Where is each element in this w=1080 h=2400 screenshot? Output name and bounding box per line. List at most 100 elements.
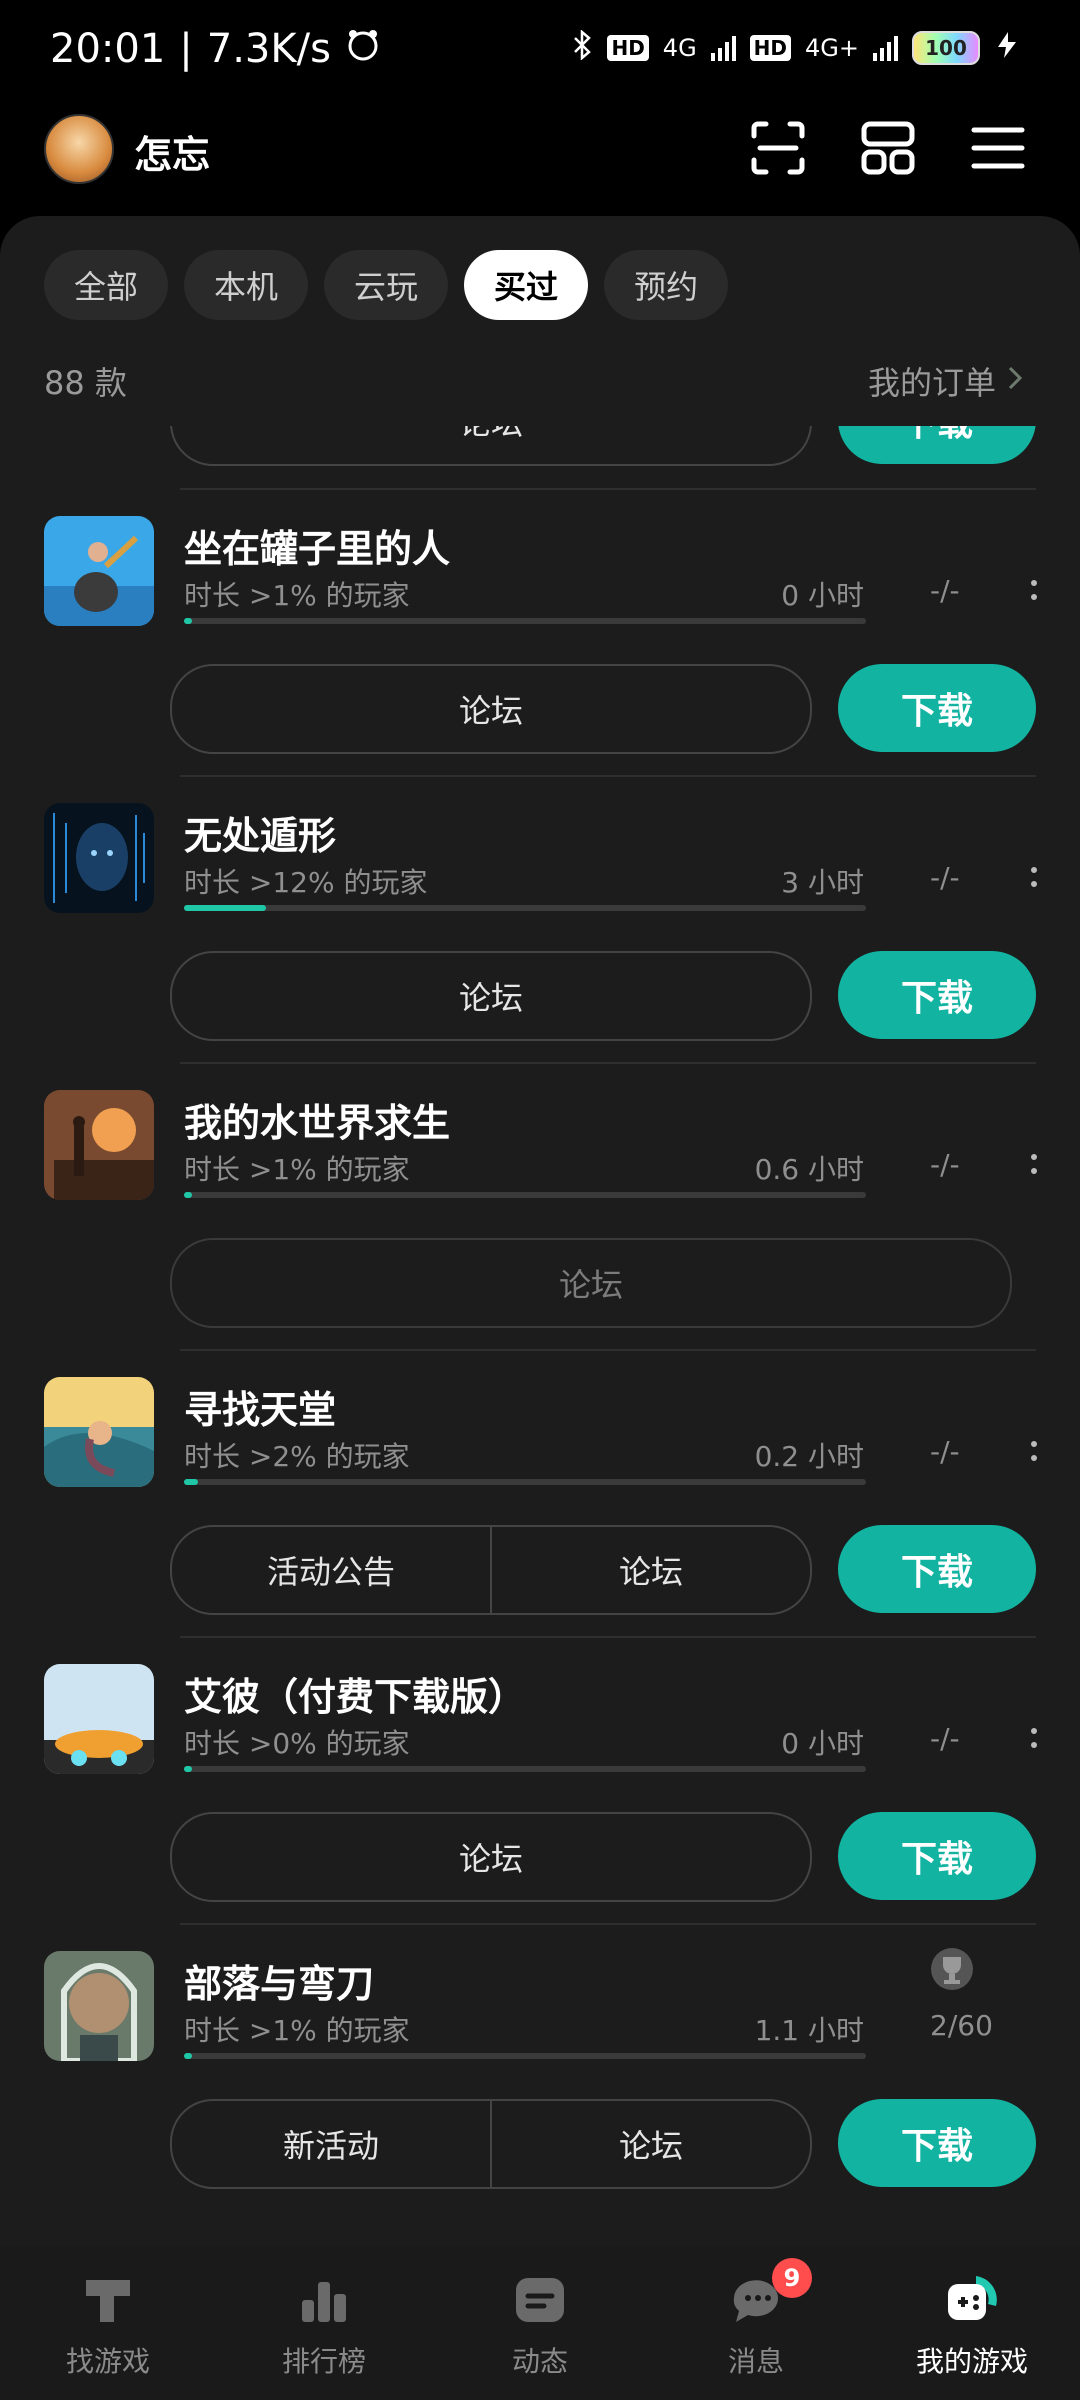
list-item: 坐在罐子里的人 时长 >1% 的玩家 0 小时 -/- 论坛 下载	[0, 488, 1080, 775]
hours-played: 3 小时	[781, 866, 864, 899]
playtime-stat: 时长 >1% 的玩家	[184, 579, 410, 612]
separator: |	[179, 26, 193, 72]
playtime-stat: 时长 >0% 的玩家	[184, 1727, 410, 1760]
achievement-count: -/-	[930, 1722, 960, 1755]
game-list: 论坛 下载 坐在罐子里的人 时长 >1% 的玩家 0 小时 -/- 论坛 下载	[0, 426, 1080, 2246]
achievement-count: -/-	[930, 574, 960, 607]
forum-button[interactable]: 论坛	[490, 2101, 810, 2187]
achievement-count: -/-	[930, 1148, 960, 1181]
more-icon[interactable]	[1030, 578, 1038, 604]
progress-fill	[184, 905, 266, 911]
divider	[180, 1062, 1036, 1064]
grid-icon[interactable]	[856, 116, 920, 180]
divider	[180, 488, 1036, 490]
divider	[180, 775, 1036, 777]
download-button[interactable]: 下载	[838, 2099, 1036, 2187]
clock: 20:01	[50, 26, 166, 72]
hours-played: 1.1 小时	[754, 2014, 864, 2047]
menu-icon[interactable]	[966, 116, 1030, 180]
more-icon[interactable]	[1030, 1726, 1038, 1752]
playtime-stat: 时长 >1% 的玩家	[184, 1153, 410, 1186]
find-game-icon	[86, 2280, 130, 2322]
hours-played: 0 小时	[781, 1727, 864, 1760]
top-bar: 怎忘	[0, 96, 1080, 216]
game-thumbnail[interactable]	[44, 803, 154, 913]
avatar[interactable]	[44, 114, 114, 184]
game-title[interactable]: 无处遁形	[184, 805, 336, 860]
announcement-button[interactable]: 活动公告	[172, 1527, 490, 1613]
game-thumbnail[interactable]	[44, 1377, 154, 1487]
game-title[interactable]: 艾彼（付费下载版）	[184, 1666, 526, 1721]
download-button[interactable]: 下载	[838, 1812, 1036, 1900]
divider	[180, 1636, 1036, 1638]
forum-button[interactable]: 论坛	[172, 426, 810, 464]
my-games-icon	[948, 2276, 997, 2320]
scan-icon[interactable]	[746, 116, 810, 180]
achievement-count: -/-	[930, 1435, 960, 1468]
playtime-stat: 时长 >12% 的玩家	[184, 866, 428, 899]
mascot-icon	[345, 26, 381, 72]
list-item: 部落与弯刀 时长 >1% 的玩家 1.1 小时 2/60 新活动 论坛 下载	[0, 1923, 1080, 2210]
forum-button[interactable]: 论坛	[172, 953, 810, 1039]
game-title[interactable]: 坐在罐子里的人	[184, 518, 450, 573]
game-title[interactable]: 寻找天堂	[184, 1379, 336, 1434]
username[interactable]: 怎忘	[134, 124, 210, 179]
my-orders-link[interactable]: 我的订单	[868, 358, 1024, 404]
nav-ranking[interactable]: 排行榜	[216, 2246, 432, 2400]
battery-icon: 100	[912, 31, 980, 65]
signal-icon-2	[873, 35, 898, 61]
game-thumbnail[interactable]	[44, 1951, 154, 2061]
more-icon[interactable]	[1030, 1152, 1038, 1178]
nav-label: 我的游戏	[915, 2345, 1028, 2378]
download-button[interactable]: 下载	[838, 951, 1036, 1039]
game-title[interactable]: 我的水世界求生	[184, 1092, 450, 1147]
divider	[180, 1923, 1036, 1925]
button-group: 论坛	[170, 951, 812, 1041]
achievement-count: 2/60	[930, 2009, 993, 2042]
nav-find-game[interactable]: 找游戏	[0, 2246, 216, 2400]
download-button[interactable]: 下载	[838, 1525, 1036, 1613]
playtime-progress	[184, 1192, 866, 1198]
tab-all[interactable]: 全部	[44, 250, 169, 320]
game-count: 88 款	[44, 364, 127, 402]
tab-reserved[interactable]: 预约	[604, 250, 729, 320]
nav-label: 消息	[727, 2345, 784, 2378]
tab-purchased[interactable]: 买过	[464, 250, 589, 320]
divider	[180, 1349, 1036, 1351]
content-panel: 全部 本机 云玩 买过 预约 88 款 我的订单 论坛 下载 坐在罐子里的人 时…	[0, 216, 1080, 2246]
forum-button[interactable]: 论坛	[172, 666, 810, 752]
forum-button[interactable]: 论坛	[172, 1240, 1010, 1326]
tab-cloud[interactable]: 云玩	[324, 250, 449, 320]
progress-fill	[184, 618, 193, 624]
more-icon[interactable]	[1030, 1439, 1038, 1465]
playtime-progress	[184, 2053, 866, 2059]
hours-played: 0.6 小时	[754, 1153, 864, 1186]
playtime-stat: 时长 >1% 的玩家	[184, 2014, 410, 2047]
tab-local[interactable]: 本机	[184, 250, 309, 320]
game-thumbnail[interactable]	[44, 1090, 154, 1200]
my-orders-label: 我的订单	[867, 364, 996, 402]
more-icon[interactable]	[1030, 865, 1038, 891]
progress-fill	[184, 1192, 193, 1198]
network-type-1: 4G	[662, 34, 697, 62]
hours-played: 0 小时	[781, 579, 864, 612]
new-event-button[interactable]: 新活动	[172, 2101, 490, 2187]
button-group: 论坛	[170, 664, 812, 754]
forum-button[interactable]: 论坛	[172, 1814, 810, 1900]
game-title[interactable]: 部落与弯刀	[184, 1953, 374, 2008]
forum-button[interactable]: 论坛	[490, 1527, 810, 1613]
playtime-progress	[184, 905, 866, 911]
download-button[interactable]: 下载	[838, 664, 1036, 752]
nav-messages[interactable]: 消息 9	[648, 2246, 864, 2400]
nav-feed[interactable]: 动态	[432, 2246, 648, 2400]
game-thumbnail[interactable]	[44, 516, 154, 626]
button-group: 论坛	[170, 1238, 1012, 1328]
list-item: 我的水世界求生 时长 >1% 的玩家 0.6 小时 -/- 论坛	[0, 1062, 1080, 1349]
filter-tabs: 全部 本机 云玩 买过 预约	[44, 250, 729, 320]
status-bar: 20:01 | 7.3K/s HD 4G HD 4G+ 100	[0, 0, 1080, 96]
playtime-stat: 时长 >2% 的玩家	[184, 1440, 410, 1473]
game-thumbnail[interactable]	[44, 1664, 154, 1774]
nav-my-games[interactable]: 我的游戏	[864, 2246, 1080, 2400]
signal-icon	[710, 35, 736, 61]
download-button[interactable]: 下载	[838, 426, 1036, 464]
